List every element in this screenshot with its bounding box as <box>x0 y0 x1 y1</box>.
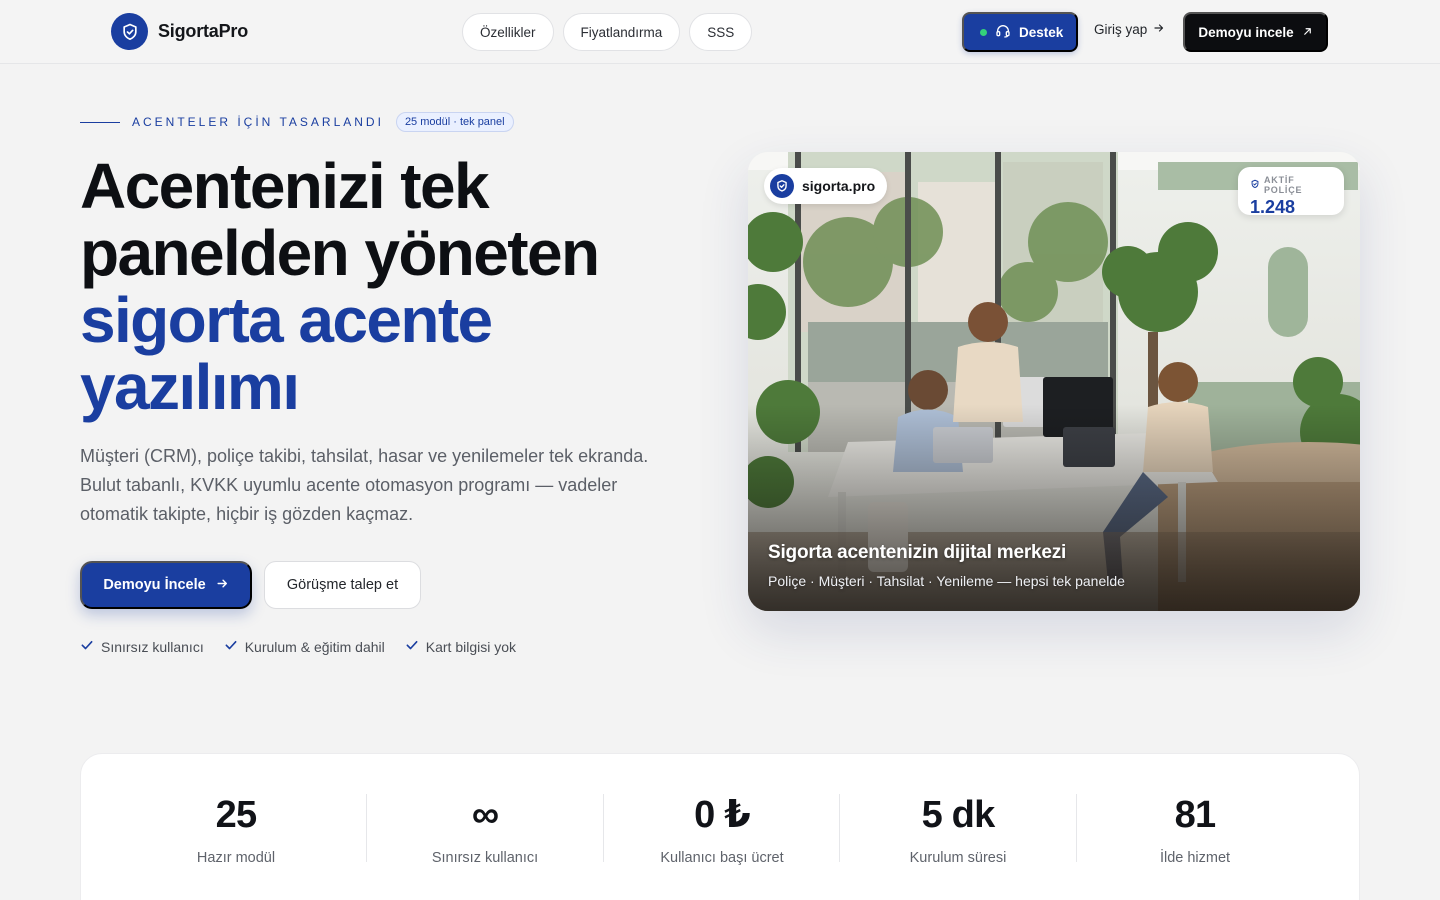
demo-button-label: Demoyu incele <box>1198 24 1294 40</box>
login-label: Giriş yap <box>1094 22 1148 37</box>
card-caption-title: Sigorta acentenizin dijital merkezi <box>768 542 1067 563</box>
benefit-label: Kurulum & eğitim dahil <box>244 638 385 655</box>
brand-name: SigortaPro <box>158 21 249 41</box>
benefit-checklist: Sınırsız kullanıcı Kurulum & eğitim dahi… <box>80 638 516 655</box>
headset-icon <box>995 23 1011 42</box>
headline-line-2: panelden yöneten <box>80 217 600 289</box>
module-count-badge: 25 modül · tek panel <box>395 112 514 132</box>
demo-button-header[interactable]: Demoyu incele <box>1183 12 1328 52</box>
card-brand-chip: sigorta.pro <box>764 168 888 204</box>
hero-eyebrow: ACENTELER İÇİN TASARLANDI 25 modül · tek… <box>80 112 514 132</box>
shield-check-icon <box>770 174 794 198</box>
stat-value: 0 ₺ <box>694 794 751 836</box>
arrow-up-right-icon <box>1302 25 1313 40</box>
benefit-item: Kurulum & eğitim dahil <box>224 638 385 655</box>
stat-cities: 81 İlde hizmet <box>1077 794 1313 866</box>
nav-item-faq[interactable]: SSS <box>689 13 753 51</box>
online-status-dot <box>980 28 987 36</box>
stat-label: İlde hizmet <box>1159 850 1231 866</box>
check-icon <box>224 638 238 655</box>
nav-item-features[interactable]: Özellikler <box>462 13 554 51</box>
check-icon <box>405 638 419 655</box>
nav-item-pricing[interactable]: Fiyatlandırma <box>562 13 681 51</box>
login-link[interactable]: Giriş yap <box>1094 22 1165 37</box>
headline-accent-line-1: sigorta acente <box>80 284 493 356</box>
benefit-item: Sınırsız kullanıcı <box>80 638 204 655</box>
arrow-right-icon <box>216 577 229 594</box>
stats-panel: 25 Hazır modül ∞ Sınırsız kullanıcı 0 ₺ … <box>80 753 1360 900</box>
stat-users: ∞ Sınırsız kullanıcı <box>367 794 603 866</box>
active-policy-badge: AKTİF POLİÇE 1.248 <box>1238 167 1344 217</box>
brand-logo[interactable]: SigortaPro <box>111 13 248 50</box>
request-meeting-button[interactable]: Görüşme talep et <box>264 561 421 609</box>
support-button[interactable]: Destek <box>962 12 1078 52</box>
main-nav: Özellikler Fiyatlandırma SSS <box>462 13 753 51</box>
active-policy-label-text: AKTİF POLİÇE <box>1264 175 1303 195</box>
stat-label: Kurulum süresi <box>909 850 1007 866</box>
active-policy-label: AKTİF POLİÇE <box>1250 175 1332 195</box>
demo-cta-label: Demoyu İncele <box>103 577 206 593</box>
benefit-item: Kart bilgisi yok <box>405 638 516 655</box>
stat-value: 5 dk <box>921 794 996 836</box>
check-icon <box>80 638 94 655</box>
eyebrow-text: ACENTELER İÇİN TASARLANDI <box>132 115 384 129</box>
stat-modules: 25 Hazır modül <box>118 794 354 866</box>
stat-value: ∞ <box>471 794 499 836</box>
shield-check-icon <box>111 13 148 50</box>
benefit-label: Kart bilgisi yok <box>425 638 517 655</box>
stat-value: 81 <box>1174 794 1216 836</box>
site-header: SigortaPro Özellikler Fiyatlandırma SSS … <box>0 0 1440 64</box>
stat-label: Kullanıcı başı ücret <box>660 850 784 866</box>
stat-label: Hazır modül <box>196 850 276 866</box>
hero-image-card: sigorta.pro AKTİF POLİÇE 1.248 Sigorta a… <box>748 152 1360 611</box>
card-brand-name: sigorta.pro <box>802 178 876 194</box>
hero-description: Müşteri (CRM), poliçe takibi, tahsilat, … <box>80 446 649 524</box>
benefit-label: Sınırsız kullanıcı <box>101 638 204 655</box>
demo-cta-button[interactable]: Demoyu İncele <box>80 561 252 609</box>
stat-label: Sınırsız kullanıcı <box>431 850 539 866</box>
hero-headline: Acentenizi tek panelden yöneten sigorta … <box>80 153 700 421</box>
shield-icon <box>1250 179 1260 191</box>
active-policy-count: 1.248 <box>1250 197 1296 217</box>
arrow-right-icon <box>1153 22 1165 37</box>
support-label: Destek <box>1019 24 1064 40</box>
headline-line-1: Acentenizi tek <box>80 150 490 222</box>
stat-value: 25 <box>215 794 257 836</box>
stat-per-user-fee: 0 ₺ Kullanıcı başı ücret <box>604 794 840 866</box>
headline-accent-line-2: yazılımı <box>80 351 300 423</box>
card-caption-subtitle: Poliçe · Müşteri · Tahsilat · Yenileme —… <box>768 573 1125 589</box>
eyebrow-divider <box>80 121 120 123</box>
stat-setup-time: 5 dk Kurulum süresi <box>840 794 1076 866</box>
